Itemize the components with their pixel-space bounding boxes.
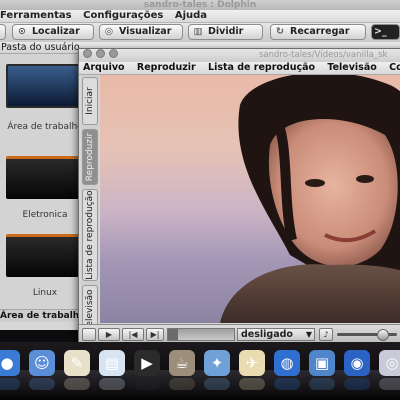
sphere-reflection	[344, 378, 370, 390]
tab-start[interactable]: Iniciar	[82, 77, 98, 125]
finder-reflection	[29, 378, 55, 390]
minimize-window-icon[interactable]	[96, 49, 105, 58]
menu-file[interactable]: Arquivo	[83, 62, 125, 73]
toolbar-button-partial[interactable]	[0, 24, 6, 40]
previous-button[interactable]: |◀	[122, 328, 144, 341]
dolphin-titlebar: sandro-tales : Dolphin	[0, 0, 400, 10]
finder-icon[interactable]: ☺	[29, 350, 55, 376]
paper-plane-reflection	[239, 378, 265, 390]
volume-slider-handle[interactable]	[377, 329, 389, 341]
seek-fill	[168, 329, 178, 340]
teacup-icon[interactable]: ☕	[169, 350, 195, 376]
preview-label: Visualizar	[119, 26, 172, 37]
player-controls: ▶ |◀ ▶| desligado ▼ ♪	[79, 324, 400, 344]
play-icon: ▶	[105, 330, 113, 339]
notes-reflection	[64, 378, 90, 390]
blue-orb-icon[interactable]: ●	[0, 350, 20, 376]
notes-icon[interactable]: ✎	[64, 350, 90, 376]
dock-shelf	[0, 370, 400, 400]
menu-settings[interactable]: Configurações	[83, 10, 163, 21]
tab-playlist[interactable]: Lista de reprodução	[82, 189, 98, 281]
place-label: Eletronica	[22, 210, 68, 220]
video-player-window: sandro-tales/Vídeos/vanilla_sk Arquivo R…	[78, 48, 400, 344]
play-button[interactable]: ▶	[98, 328, 120, 341]
tab-label: Iniciar	[85, 87, 95, 115]
split-label: Dividir	[208, 26, 244, 37]
dolphin-statusbar: Área de trabalho	[0, 309, 90, 322]
media-play-icon[interactable]: ▶	[134, 350, 160, 376]
next-button[interactable]: ▶|	[146, 328, 164, 341]
video-frame[interactable]	[100, 75, 400, 323]
disc-icon[interactable]: ◎	[379, 350, 400, 376]
terminal-button[interactable]: >_	[371, 24, 400, 40]
find-button[interactable]: ⊙ Localizar	[12, 24, 94, 40]
menu-playlist[interactable]: Lista de reprodução	[208, 62, 315, 73]
menu-more[interactable]: Co	[389, 62, 400, 73]
previous-icon: |◀	[128, 330, 138, 339]
globe-icon[interactable]: ◍	[274, 350, 300, 376]
menu-television[interactable]: Televisão	[327, 62, 376, 73]
maximize-window-icon[interactable]	[109, 49, 118, 58]
player-titlebar: sandro-tales/Vídeos/vanilla_sk	[79, 49, 400, 62]
globe-reflection	[274, 378, 300, 390]
folder-icon	[6, 156, 80, 199]
wand-icon[interactable]: ✦	[204, 350, 230, 376]
reload-icon: ↻	[276, 26, 284, 37]
dolphin-toolbar: ⊙ Localizar ◎ Visualizar ▥ Dividir ↻ Recarre…	[0, 23, 400, 43]
find-label: Localizar	[32, 26, 80, 37]
place-label: Área de trabalho	[7, 122, 83, 132]
menu-help[interactable]: Ajuda	[175, 10, 207, 21]
player-window-title: sandro-tales/Vídeos/vanilla_sk	[259, 50, 388, 60]
video-image	[220, 75, 400, 323]
mode-select[interactable]: desligado ▼	[237, 328, 315, 341]
menu-play[interactable]: Reproduzir	[137, 62, 196, 73]
dolphin-menubar: Ferramentas Configurações Ajuda	[0, 10, 400, 23]
tab-label: Lista de reprodução	[85, 190, 95, 280]
document-icon[interactable]: ▤	[99, 350, 125, 376]
folder-icon	[6, 234, 80, 277]
preview-button[interactable]: ◎ Visualizar	[99, 24, 183, 40]
stop-button[interactable]	[82, 328, 96, 341]
places-panel: Área de trabalho Eletronica Linux	[0, 54, 90, 309]
binoculars-icon: ⊙	[18, 26, 26, 37]
preview-icon: ◎	[104, 26, 114, 37]
sphere-icon[interactable]: ◉	[344, 350, 370, 376]
speaker-icon: ♪	[323, 330, 329, 339]
wand-reflection	[204, 378, 230, 390]
tab-play[interactable]: Reproduzir	[82, 129, 98, 185]
desktop-icon	[6, 64, 84, 108]
reload-label: Recarregar	[290, 26, 350, 37]
next-icon: ▶|	[150, 330, 160, 339]
seek-bar[interactable]	[167, 328, 235, 341]
blue-orb-reflection	[0, 378, 20, 390]
close-window-icon[interactable]	[83, 49, 92, 58]
picture-icon[interactable]: ▣	[309, 350, 335, 376]
mode-value: desligado	[241, 329, 293, 340]
place-label: Linux	[32, 288, 58, 298]
player-side-tabs: Iniciar Reproduzir Lista de reprodução T…	[81, 75, 99, 335]
menu-tools[interactable]: Ferramentas	[0, 10, 72, 21]
terminal-icon: >_	[374, 26, 387, 37]
media-play-reflection	[134, 378, 160, 390]
dock: ● ☺ ✎ ▤ ▶ ☕ ✦ ✈ ◍ ▣ ◉ ◎	[0, 342, 400, 400]
document-reflection	[99, 378, 125, 390]
chevron-down-icon: ▼	[305, 330, 312, 339]
picture-reflection	[309, 378, 335, 390]
volume-button[interactable]: ♪	[319, 328, 333, 341]
reload-button[interactable]: ↻ Recarregar	[270, 24, 366, 40]
split-button[interactable]: ▥ Dividir	[188, 24, 263, 40]
tab-label: Reproduzir	[85, 132, 95, 182]
disc-reflection	[379, 378, 400, 390]
teacup-reflection	[169, 378, 195, 390]
player-menubar: Arquivo Reproduzir Lista de reprodução T…	[79, 62, 400, 75]
paper-plane-icon[interactable]: ✈	[239, 350, 265, 376]
split-icon: ▥	[193, 26, 203, 37]
